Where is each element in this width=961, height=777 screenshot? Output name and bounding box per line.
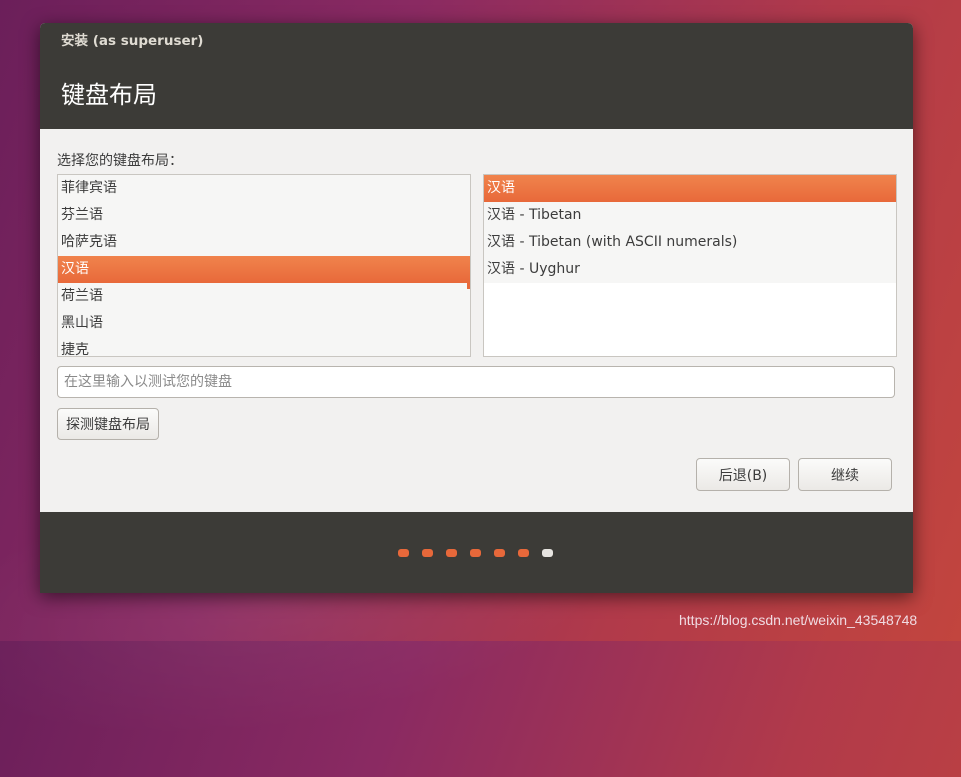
layout-list[interactable]: 菲律宾语 芬兰语 哈萨克语 汉语 荷兰语 黑山语 捷克 [57,174,471,357]
progress-dot [542,549,553,557]
page-title: 键盘布局 [61,81,157,109]
progress-dot [398,549,409,557]
layout-list-item[interactable]: 黑山语 [58,310,470,337]
detect-layout-button[interactable]: 探测键盘布局 [57,408,159,440]
layout-list-item[interactable]: 捷克 [58,337,470,356]
progress-dot [422,549,433,557]
variant-list-item[interactable]: 汉语 - Tibetan (with ASCII numerals) [484,229,896,256]
variant-list-item-selected[interactable]: 汉语 [484,175,896,202]
progress-dot [470,549,481,557]
layout-list-item[interactable]: 菲律宾语 [58,175,470,202]
variant-list[interactable]: 汉语 汉语 - Tibetan 汉语 - Tibetan (with ASCII… [483,174,897,357]
window-header: 安装 (as superuser) 键盘布局 [40,23,913,129]
variant-list-item[interactable]: 汉语 - Uyghur [484,256,896,283]
layout-list-item[interactable]: 荷兰语 [58,283,470,310]
watermark: https://blog.csdn.net/weixin_43548748 [679,612,918,628]
variant-list-item[interactable]: 汉语 - Tibetan [484,202,896,229]
progress-dot [446,549,457,557]
progress-dot [518,549,529,557]
content-area: 选择您的键盘布局： 菲律宾语 芬兰语 哈萨克语 汉语 荷兰语 黑山语 捷克 汉语… [40,129,913,512]
layout-list-item-selected[interactable]: 汉语 [58,256,470,283]
installer-window: 安装 (as superuser) 键盘布局 选择您的键盘布局： 菲律宾语 芬兰… [40,23,913,593]
keyboard-test-input[interactable] [57,366,895,398]
layout-list-item[interactable]: 芬兰语 [58,202,470,229]
layout-list-scrollbar[interactable] [467,283,470,289]
layout-prompt-label: 选择您的键盘布局： [57,153,183,169]
layout-list-item[interactable]: 哈萨克语 [58,229,470,256]
back-button[interactable]: 后退(B) [696,458,790,491]
continue-button[interactable]: 继续 [798,458,892,491]
progress-dot [494,549,505,557]
window-title: 安装 (as superuser) [61,33,204,49]
window-footer [40,512,913,593]
